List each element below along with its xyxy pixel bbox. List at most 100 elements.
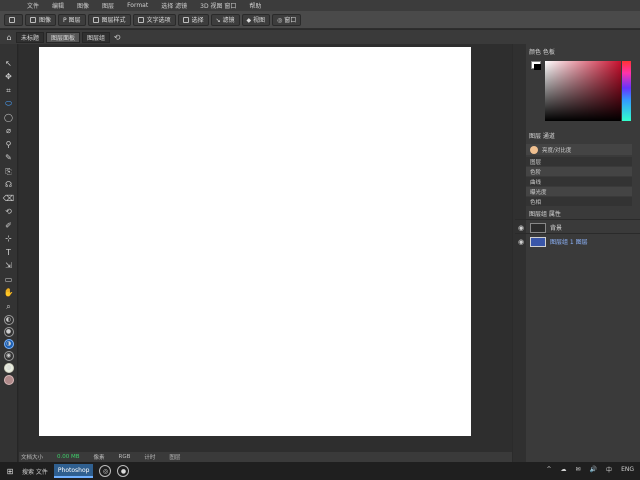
menu-bar: 文件 编辑 图像 图层 Format 选择 滤镜 3D 视图 窗口 帮助 bbox=[0, 0, 640, 11]
quick-mask-icon[interactable]: ◑ bbox=[3, 338, 14, 349]
adjustment-label: 曲线 bbox=[530, 179, 542, 186]
layers-panel-title[interactable]: 图层 通道 bbox=[529, 131, 555, 140]
brush-tool-icon[interactable]: ✎ bbox=[3, 153, 15, 165]
adjustment-label: 色相 bbox=[530, 199, 542, 206]
color-picker-field[interactable] bbox=[545, 61, 621, 121]
home-icon[interactable]: ⌂ bbox=[4, 32, 14, 42]
adjustment-label: 色阶 bbox=[530, 169, 542, 176]
menu-file[interactable]: 文件 bbox=[27, 1, 39, 10]
layer-name: 图层组 1 图层 bbox=[550, 239, 588, 246]
text-icon bbox=[137, 16, 144, 23]
crop-tool-icon[interactable]: ⚲ bbox=[3, 139, 15, 151]
menu-image[interactable]: 图像 bbox=[77, 1, 89, 10]
foreground-color-icon[interactable]: ◍ bbox=[3, 362, 14, 373]
option-view-button[interactable]: ◆ 视图 bbox=[241, 13, 271, 26]
menu-help[interactable]: 帮助 bbox=[249, 1, 261, 10]
background-swatch[interactable] bbox=[534, 64, 541, 70]
adjustment-icon bbox=[530, 145, 538, 154]
taskbar-search[interactable]: 搜索 文件 bbox=[22, 467, 48, 476]
layer-thumbnail bbox=[530, 222, 546, 233]
tray-chevron-icon[interactable]: ^ bbox=[547, 466, 552, 473]
document-canvas[interactable] bbox=[39, 47, 471, 436]
lasso-tool-icon[interactable]: ◯ bbox=[3, 112, 15, 124]
history-brush-tool-icon[interactable]: ☊ bbox=[3, 180, 15, 192]
dodge-tool-icon[interactable]: ◐ bbox=[3, 314, 14, 325]
adjustment-row[interactable]: 色阶 bbox=[526, 167, 632, 176]
type-tool-icon[interactable]: T bbox=[3, 247, 15, 259]
adjustment-row[interactable]: 曝光度 bbox=[526, 187, 632, 196]
tray-volume-icon[interactable]: 🔊 bbox=[590, 466, 597, 473]
menu-format[interactable]: Format bbox=[127, 2, 148, 9]
home-icon bbox=[9, 16, 15, 23]
option-text-button[interactable]: 文字选项 bbox=[132, 13, 176, 26]
screen-mode-icon[interactable]: ◉ bbox=[3, 350, 14, 361]
status-units: 像素 bbox=[93, 455, 105, 461]
artboard-tool-icon[interactable]: ✥ bbox=[3, 72, 15, 84]
select-icon bbox=[182, 16, 189, 23]
hue-slider[interactable] bbox=[622, 61, 631, 121]
option-select-button[interactable]: 选择 bbox=[177, 13, 209, 26]
background-color-icon[interactable] bbox=[3, 374, 14, 385]
tray-language-icon[interactable]: ENG bbox=[621, 466, 634, 473]
menu-view[interactable]: 3D 视图 窗口 bbox=[200, 1, 236, 10]
layer-name: 背景 bbox=[550, 225, 563, 232]
adjustment-row[interactable]: 图层 bbox=[526, 157, 632, 166]
hand-tool-icon[interactable]: ✋ bbox=[3, 288, 15, 300]
color-panel-title[interactable]: 颜色 色板 bbox=[529, 47, 555, 56]
taskbar: ⊞ 搜索 文件 Photoshop ◎ ● bbox=[0, 462, 640, 480]
taskbar-chrome-icon[interactable]: ● bbox=[117, 465, 130, 477]
stamp-tool-icon[interactable]: ⎘ bbox=[3, 166, 15, 178]
option-label: ↘ 滤镜 bbox=[215, 17, 235, 24]
option-home-button[interactable] bbox=[4, 13, 23, 26]
option-image-button[interactable]: 图像 bbox=[25, 13, 57, 26]
panel-dock bbox=[513, 44, 526, 462]
swatch-icon[interactable]: ● bbox=[3, 326, 14, 337]
taskbar-app-icon[interactable]: ◎ bbox=[99, 465, 112, 477]
adjustment-label: 亮度/对比度 bbox=[542, 147, 572, 154]
system-tray: ^ ☁ ✉ 🔊 中 ENG bbox=[547, 465, 635, 474]
tray-ime-icon[interactable]: 中 bbox=[606, 465, 612, 474]
tab-layers[interactable]: 图层面板 bbox=[46, 31, 81, 43]
adjustment-row[interactable]: 亮度/对比度 bbox=[526, 144, 632, 155]
status-timing: 计时 bbox=[144, 455, 156, 461]
refresh-icon[interactable]: ⟲ bbox=[112, 32, 122, 42]
status-doc-size-value: 0.00 MB bbox=[57, 454, 80, 460]
visibility-eye-icon[interactable]: ◉ bbox=[518, 224, 526, 232]
rectangle-tool-icon[interactable]: ▭ bbox=[3, 274, 15, 286]
pen-tool-icon[interactable]: ✐ bbox=[3, 220, 15, 232]
menu-edit[interactable]: 编辑 bbox=[52, 1, 64, 10]
tab-untitled[interactable]: 未标题 bbox=[16, 31, 45, 43]
image-icon bbox=[30, 16, 36, 23]
option-label: 图层样式 bbox=[101, 17, 126, 24]
option-layer-button[interactable]: P 图层 bbox=[58, 13, 86, 26]
layer-group-label: 图层组 属性 bbox=[529, 211, 561, 218]
taskbar-app-photoshop[interactable]: Photoshop bbox=[53, 464, 94, 478]
ellipse-tool-icon[interactable]: ⬭ bbox=[3, 99, 15, 111]
zoom-tool-icon[interactable]: ⌕ bbox=[3, 301, 15, 313]
eraser-tool-icon[interactable]: ⌫ bbox=[3, 193, 15, 205]
adjustment-label: 曝光度 bbox=[530, 189, 547, 196]
layer-row[interactable]: ◉ 图层组 1 图层 bbox=[515, 233, 640, 249]
marquee-tool-icon[interactable]: ⌗ bbox=[3, 85, 15, 97]
option-style-button[interactable]: 图层样式 bbox=[87, 13, 131, 26]
status-layers: 图层 bbox=[169, 455, 181, 461]
visibility-eye-icon[interactable]: ◉ bbox=[518, 238, 526, 246]
tools-panel: ↖ ✥ ⌗ ⬭ ◯ ⌀ ⚲ ✎ ⎘ ☊ ⌫ ⟲ ✐ ⊹ T ⇲ ▭ ✋ ⌕ ◐ … bbox=[0, 44, 18, 462]
tray-cloud-icon[interactable]: ☁ bbox=[561, 466, 567, 473]
option-label: ◆ 视图 bbox=[246, 17, 266, 24]
option-filter-button[interactable]: ↘ 滤镜 bbox=[210, 13, 240, 26]
windows-start-icon[interactable]: ⊞ bbox=[4, 467, 16, 476]
path-select-tool-icon[interactable]: ⊹ bbox=[3, 234, 15, 246]
menu-layer[interactable]: 图层 bbox=[102, 1, 114, 10]
tab-layer-group[interactable]: 图层组 bbox=[82, 31, 111, 43]
direct-select-tool-icon[interactable]: ⇲ bbox=[3, 261, 15, 273]
rotate-tool-icon[interactable]: ⟲ bbox=[3, 207, 15, 219]
adjustment-row[interactable]: 色相 bbox=[526, 197, 632, 206]
tray-mail-icon[interactable]: ✉ bbox=[576, 466, 581, 473]
adjustment-row[interactable]: 曲线 bbox=[526, 177, 632, 186]
status-doc-size-label: 文档大小 bbox=[21, 455, 44, 461]
menu-select[interactable]: 选择 滤镜 bbox=[161, 1, 187, 10]
quick-select-tool-icon[interactable]: ⌀ bbox=[3, 126, 15, 138]
option-window-button[interactable]: ◎ 窗口 bbox=[272, 13, 302, 26]
move-tool-icon[interactable]: ↖ bbox=[3, 58, 15, 70]
